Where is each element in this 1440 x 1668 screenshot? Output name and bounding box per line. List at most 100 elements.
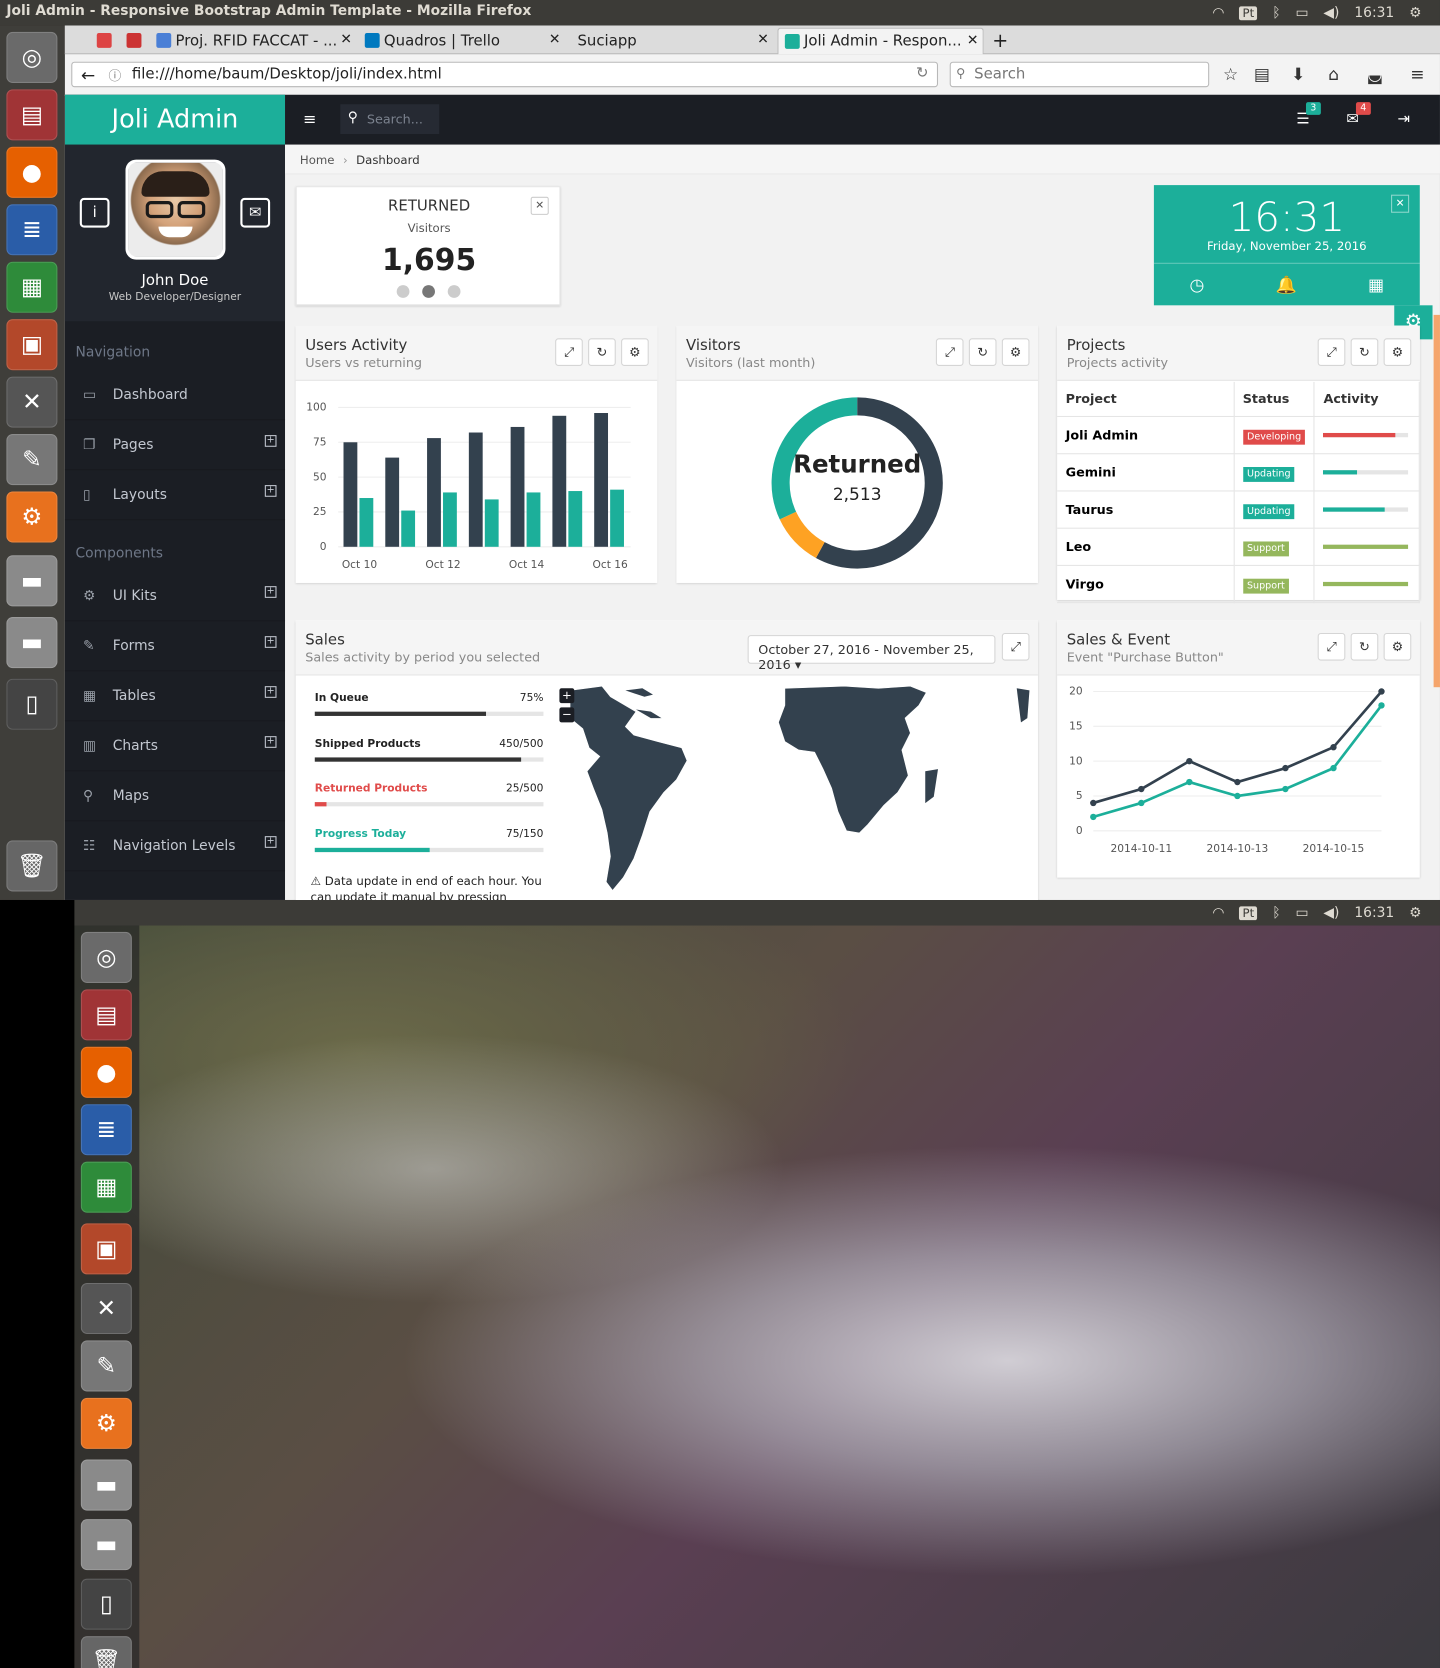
- plus-square-icon[interactable]: +: [264, 485, 277, 497]
- firefox-icon[interactable]: ●: [80, 1046, 132, 1098]
- mail-icon[interactable]: ✉: [240, 197, 271, 228]
- pocket-icon[interactable]: ◛: [1367, 64, 1384, 84]
- tab-trello[interactable]: Quadros | Trello ✕: [358, 28, 564, 55]
- avatar[interactable]: [125, 159, 226, 260]
- breadcrumb-home[interactable]: Home: [300, 153, 335, 167]
- close-icon[interactable]: ✕: [549, 32, 561, 48]
- date-range-picker[interactable]: October 27, 2016 - November 25, 2016 ▾: [747, 635, 996, 672]
- bookmark-star-icon[interactable]: ☆: [1223, 64, 1238, 84]
- column-header[interactable]: Activity: [1314, 381, 1420, 417]
- clock[interactable]: 16:31: [1354, 5, 1394, 21]
- impress-icon[interactable]: ▣: [80, 1223, 132, 1275]
- gear-icon[interactable]: ⚙: [1383, 632, 1412, 661]
- drive-icon[interactable]: ▬: [80, 1519, 132, 1571]
- phone-icon[interactable]: ▯: [6, 678, 58, 730]
- refresh-icon[interactable]: ↻: [1350, 632, 1379, 661]
- writer-icon[interactable]: ≣: [6, 204, 58, 256]
- back-icon[interactable]: ←: [81, 65, 95, 85]
- brand-logo[interactable]: Joli Admin: [64, 94, 286, 145]
- sidebar-item-ui-kits[interactable]: ⚙ UI Kits +: [64, 572, 286, 622]
- sidebar-item-dashboard[interactable]: ▭ Dashboard: [64, 371, 286, 421]
- drive-icon[interactable]: ▬: [6, 617, 58, 669]
- download-icon[interactable]: ⬇: [1291, 64, 1305, 84]
- drive-icon[interactable]: ▬: [6, 555, 58, 607]
- url-bar[interactable]: ← ⓘ file:///home/baum/Desktop/joli/index…: [71, 61, 939, 88]
- world-map[interactable]: [559, 686, 1031, 899]
- info-icon[interactable]: ⓘ: [108, 66, 121, 84]
- sidebar-item-charts[interactable]: ▥ Charts +: [64, 722, 286, 772]
- table-row[interactable]: Gemini Updating: [1057, 453, 1420, 491]
- sidebar-item-pages[interactable]: ❐ Pages +: [64, 421, 286, 471]
- editor-icon[interactable]: ✎: [6, 434, 58, 486]
- reload-icon[interactable]: ↻: [916, 65, 928, 82]
- close-icon[interactable]: ✕: [530, 196, 549, 215]
- plus-square-icon[interactable]: +: [264, 736, 277, 748]
- tab-suciapp[interactable]: Suciapp ✕: [567, 28, 773, 55]
- settings-icon[interactable]: ⚙: [6, 491, 58, 543]
- tab-gmail-pinned[interactable]: [90, 28, 118, 55]
- ubuntu-icon[interactable]: ◎: [6, 31, 58, 83]
- close-icon[interactable]: ✕: [1391, 194, 1410, 213]
- clock-icon[interactable]: ◷: [1190, 274, 1205, 294]
- bell-icon[interactable]: 🔔: [1276, 274, 1297, 294]
- phone-icon[interactable]: ▯: [80, 1578, 132, 1630]
- plus-square-icon[interactable]: +: [264, 686, 277, 698]
- table-row[interactable]: Taurus Updating: [1057, 490, 1420, 529]
- wifi-icon[interactable]: ◠: [1212, 905, 1224, 921]
- sidebar-item-layouts[interactable]: ▯ Layouts +: [64, 471, 286, 521]
- clock[interactable]: 16:31: [1354, 905, 1394, 921]
- expand-icon[interactable]: ⤢: [1317, 632, 1346, 661]
- tasks-icon[interactable]: ☰ 3: [1296, 102, 1321, 128]
- carousel-dot[interactable]: [396, 285, 410, 298]
- column-header[interactable]: Project: [1057, 381, 1235, 417]
- refresh-icon[interactable]: ↻: [1350, 338, 1379, 366]
- drive-icon[interactable]: ▬: [80, 1459, 132, 1511]
- scrollbar[interactable]: [1433, 314, 1440, 688]
- info-button[interactable]: i: [79, 197, 110, 228]
- carousel-dot-active[interactable]: [422, 285, 435, 298]
- logout-icon[interactable]: ⇥: [1397, 111, 1409, 128]
- expand-icon[interactable]: ⤢: [935, 338, 964, 366]
- plus-square-icon[interactable]: +: [264, 586, 277, 598]
- impress-icon[interactable]: ▣: [6, 319, 58, 371]
- editor-icon[interactable]: ✎: [80, 1340, 132, 1392]
- tab-gmail-pinned-2[interactable]: [120, 28, 148, 55]
- keyboard-indicator[interactable]: Pt: [1239, 5, 1258, 20]
- ubuntu-icon[interactable]: ◎: [80, 931, 132, 983]
- close-icon[interactable]: ✕: [757, 32, 769, 48]
- firefox-icon[interactable]: ●: [6, 146, 58, 198]
- volume-icon[interactable]: ◀): [1323, 905, 1339, 921]
- settings-icon[interactable]: ⚙: [80, 1397, 132, 1449]
- keyboard-indicator[interactable]: Pt: [1239, 905, 1258, 920]
- expand-icon[interactable]: ⤢: [1317, 338, 1346, 366]
- bluetooth-icon[interactable]: ᛒ: [1272, 905, 1280, 921]
- battery-icon[interactable]: ▭: [1295, 905, 1308, 921]
- gear-icon[interactable]: ⚙: [1409, 905, 1421, 921]
- sidebar-item-navigation-levels[interactable]: ☷ Navigation Levels +: [64, 822, 286, 872]
- app-search-input[interactable]: ⚲ Search...: [340, 104, 440, 135]
- calendar-icon[interactable]: ▦: [1368, 274, 1384, 294]
- zoom-out-button[interactable]: −: [559, 707, 575, 723]
- wifi-icon[interactable]: ◠: [1212, 5, 1224, 21]
- tab-docs[interactable]: Proj. RFID FACCAT - ... ✕: [150, 28, 356, 55]
- messages-icon[interactable]: ✉ 4: [1346, 102, 1371, 128]
- trash-icon[interactable]: 🗑: [80, 1636, 132, 1668]
- files-icon[interactable]: ▤: [80, 989, 132, 1041]
- volume-icon[interactable]: ◀): [1323, 5, 1339, 21]
- bluetooth-icon[interactable]: ᛒ: [1272, 5, 1280, 21]
- trash-icon[interactable]: 🗑: [6, 840, 58, 892]
- calc-icon[interactable]: ▦: [80, 1161, 132, 1213]
- reading-list-icon[interactable]: ▤: [1254, 64, 1270, 84]
- search-input[interactable]: ⚲ Search: [949, 61, 1210, 88]
- calc-icon[interactable]: ▦: [6, 261, 58, 313]
- gear-icon[interactable]: ⚙: [1383, 338, 1412, 366]
- sidebar-item-tables[interactable]: ▦ Tables +: [64, 672, 286, 722]
- plus-square-icon[interactable]: +: [264, 435, 277, 447]
- sidebar-item-forms[interactable]: ✎ Forms +: [64, 622, 286, 672]
- files-icon[interactable]: ▤: [6, 89, 58, 141]
- column-header[interactable]: Status: [1233, 381, 1315, 417]
- gear-icon[interactable]: ⚙: [1409, 5, 1421, 21]
- menu-icon[interactable]: ≡: [1410, 64, 1424, 84]
- table-row[interactable]: Leo Support: [1057, 527, 1420, 566]
- zoom-in-button[interactable]: +: [559, 688, 575, 704]
